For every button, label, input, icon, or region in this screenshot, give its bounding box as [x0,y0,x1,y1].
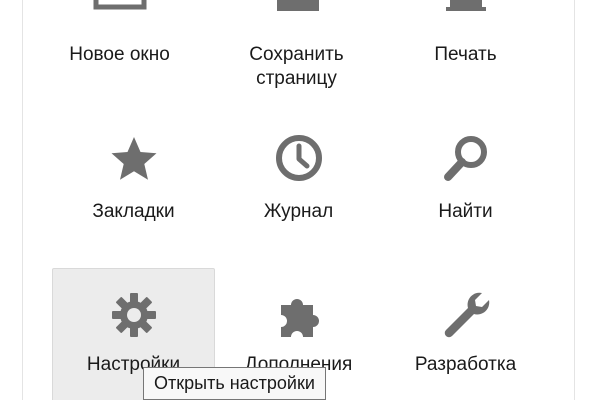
new-window-button[interactable]: Новое окно [38,0,201,70]
panel-right-border [574,0,575,400]
developer-label: Разработка [414,354,517,375]
puzzle-icon [280,299,319,337]
print-label: Печать [434,44,497,65]
bookmarks-button[interactable]: Закладки [52,104,215,244]
history-button[interactable]: Журнал [217,104,380,244]
clock-icon [275,135,322,181]
menu-panel: Новое окно Сохранить страницу Печать Зак… [0,0,600,400]
star-icon [111,137,156,180]
panel-left-border [22,0,23,400]
gear-icon [111,293,156,337]
developer-button[interactable]: Разработка [384,268,547,400]
save-page-label: Сохранить страницу [249,44,344,89]
history-label: Журнал [263,201,334,222]
new-window-icon [93,0,146,10]
print-button[interactable]: Печать [384,0,547,70]
bookmarks-label: Закладки [92,201,175,222]
save-icon [276,0,319,11]
printer-icon [445,0,486,11]
tooltip: Открыть настройки [143,367,326,400]
new-window-label: Новое окно [69,44,170,65]
wrench-icon [444,292,489,338]
save-page-button[interactable]: Сохранить страницу [215,0,378,89]
find-label: Найти [438,201,493,222]
find-button[interactable]: Найти [384,104,547,244]
magnifier-icon [443,136,487,181]
